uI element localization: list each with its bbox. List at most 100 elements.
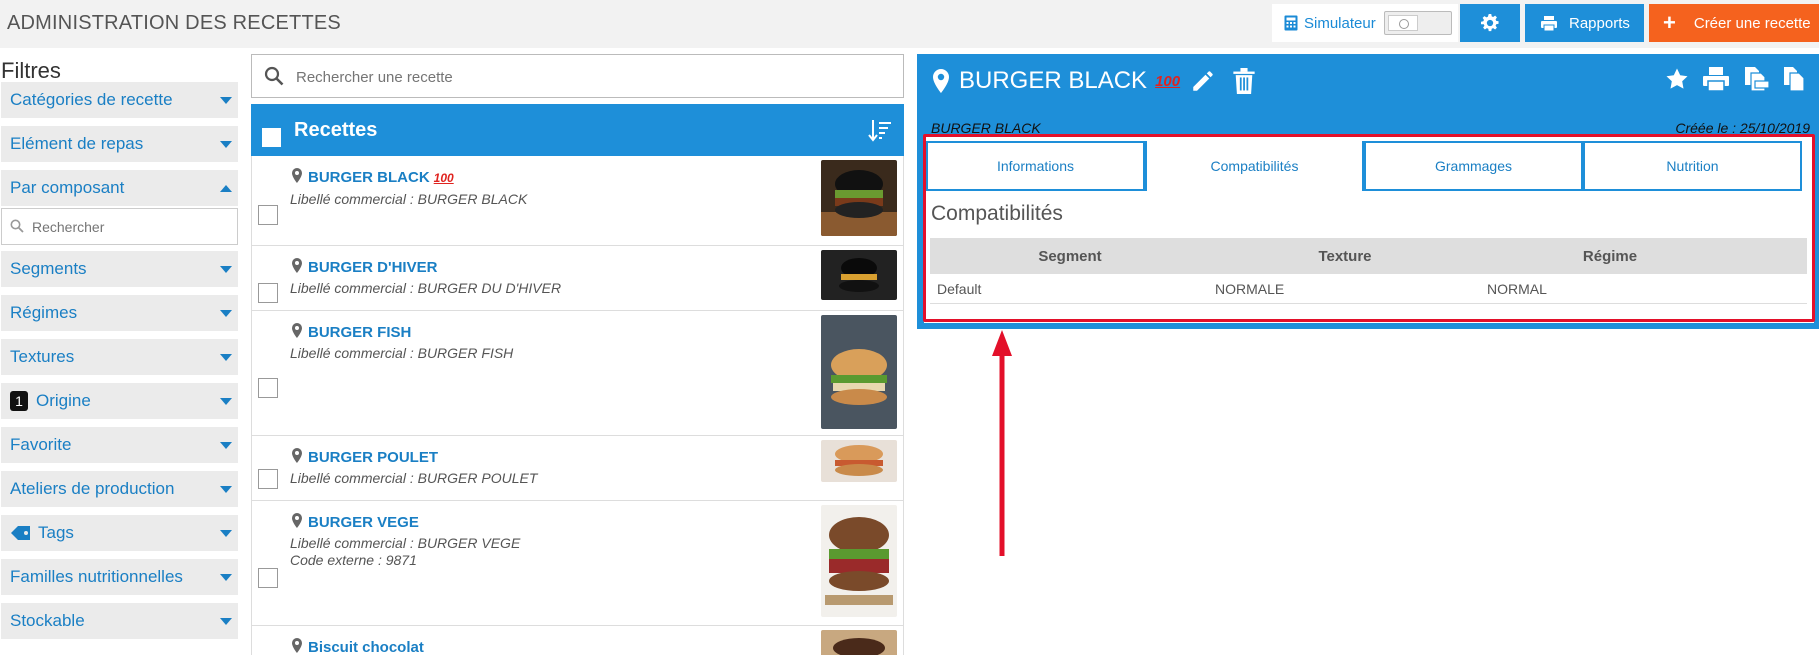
recipe-name[interactable]: BURGER VEGE <box>308 514 419 531</box>
recipe-external-code: Code externe : 9871 <box>290 552 417 568</box>
chevron-down-icon <box>220 530 232 537</box>
location-pin-icon <box>292 323 302 338</box>
simulator-control[interactable]: Simulateur <box>1272 4 1458 42</box>
print-documents-icon[interactable] <box>1743 67 1769 91</box>
recipe-name[interactable]: BURGER FISH <box>308 324 411 341</box>
chevron-down-icon <box>220 141 232 148</box>
filter-nutrition-families[interactable]: Familles nutritionnelles <box>1 559 238 595</box>
filter-textures[interactable]: Textures <box>1 339 238 375</box>
filter-tags[interactable]: Tags <box>1 515 238 551</box>
recipe-photo <box>821 440 897 482</box>
filter-label: Favorite <box>10 435 72 454</box>
copy-icon[interactable] <box>1783 67 1805 91</box>
filter-segments[interactable]: Segments <box>1 251 238 287</box>
page-title: ADMINISTRATION DES RECETTES <box>7 12 341 34</box>
simulator-label[interactable]: Simulateur <box>1304 15 1376 32</box>
detail-tabs: Informations Compatibilités Grammages Nu… <box>926 141 1806 191</box>
tab-nutrition[interactable]: Nutrition <box>1583 141 1802 191</box>
chevron-down-icon <box>220 310 232 317</box>
recipe-name[interactable]: BURGER BLACK 100 <box>308 169 454 186</box>
filter-origine[interactable]: 1 Origine <box>1 383 238 419</box>
row-checkbox[interactable] <box>258 378 278 398</box>
detail-title: BURGER BLACK <box>959 67 1148 94</box>
trash-icon[interactable] <box>1232 68 1256 94</box>
recipe-commercial-label: Libellé commercial : BURGER POULET <box>290 470 538 486</box>
filter-stockable[interactable]: Stockable <box>1 603 238 639</box>
recipe-commercial-label: Libellé commercial : BURGER BLACK <box>290 191 528 207</box>
create-recipe-label: Créer une recette <box>1693 14 1811 32</box>
print-icon[interactable] <box>1703 67 1729 91</box>
detail-actions <box>1665 67 1805 91</box>
count-badge: 1 <box>10 391 28 411</box>
list-item[interactable]: BURGER BLACK 100 Libellé commercial : BUR… <box>252 156 903 246</box>
list-item[interactable]: Biscuit chocolat <box>252 626 903 655</box>
chevron-down-icon <box>220 398 232 405</box>
component-search-input[interactable] <box>32 215 227 239</box>
filter-meal-element[interactable]: Elément de repas <box>1 126 238 162</box>
recipe-search[interactable] <box>251 54 904 98</box>
location-pin-icon <box>292 638 302 653</box>
chevron-down-icon <box>220 97 232 104</box>
recipe-commercial-label: Libellé commercial : BURGER VEGE <box>290 535 521 551</box>
filter-label: Catégories de recette <box>10 90 173 109</box>
hundred-points-icon: 100 <box>1155 72 1181 90</box>
recipe-photo <box>821 315 897 429</box>
list-item[interactable]: BURGER FISH Libellé commercial : BURGER … <box>252 311 903 436</box>
row-checkbox[interactable] <box>258 568 278 588</box>
filter-regimes[interactable]: Régimes <box>1 295 238 331</box>
sort-icon[interactable] <box>868 118 892 142</box>
section-title: Compatibilités <box>931 202 1063 225</box>
location-pin-icon <box>292 168 302 183</box>
row-checkbox[interactable] <box>258 469 278 489</box>
chevron-down-icon <box>220 618 232 625</box>
reports-label: Rapports <box>1569 14 1630 32</box>
column-header-regime: Régime <box>1582 247 1638 265</box>
created-date: Créée le : 25/10/2019 <box>1675 120 1810 136</box>
cell-regime: NORMAL <box>1487 280 1547 297</box>
recipe-search-input[interactable] <box>296 65 886 89</box>
filter-label-wrap: Tags <box>10 523 74 543</box>
filter-favorite[interactable]: Favorite <box>1 427 238 463</box>
filter-label: Origine <box>36 391 91 410</box>
reports-button[interactable]: Rapports <box>1525 4 1644 42</box>
filter-label: Segments <box>10 259 87 278</box>
filter-label: Régimes <box>10 303 78 322</box>
list-item[interactable]: BURGER POULET Libellé commercial : BURGE… <box>252 436 903 501</box>
component-search[interactable] <box>1 208 238 245</box>
filter-by-component[interactable]: Par composant <box>1 170 238 206</box>
recipe-name[interactable]: BURGER D'HIVER <box>308 259 437 276</box>
filter-label: Stockable <box>10 611 85 630</box>
filter-workshops[interactable]: Ateliers de production <box>1 471 238 507</box>
list-item[interactable]: BURGER VEGE Libellé commercial : BURGER … <box>252 501 903 626</box>
row-checkbox[interactable] <box>258 283 278 303</box>
tab-informations[interactable]: Informations <box>926 141 1145 191</box>
filter-label: Tags <box>38 523 74 542</box>
red-arrow-annotation <box>992 330 1012 556</box>
cell-segment: Default <box>937 280 982 297</box>
recipe-name-text: BURGER BLACK <box>308 169 430 186</box>
recipe-list-header: Recettes <box>251 104 904 156</box>
recipe-name[interactable]: BURGER POULET <box>308 449 438 466</box>
create-recipe-button[interactable]: + Créer une recette <box>1649 4 1819 42</box>
filter-label: Familles nutritionnelles <box>10 567 183 586</box>
tab-compatibilites[interactable]: Compatibilités <box>1145 141 1364 191</box>
row-checkbox[interactable] <box>258 205 278 225</box>
select-all-checkbox[interactable] <box>262 128 281 147</box>
star-icon[interactable] <box>1665 67 1689 91</box>
chevron-down-icon <box>220 486 232 493</box>
list-item[interactable]: BURGER D'HIVER Libellé commercial : BURG… <box>252 246 903 311</box>
edit-pencil-icon[interactable] <box>1190 68 1216 94</box>
top-bar: ADMINISTRATION DES RECETTES Simulateur R… <box>0 0 1819 48</box>
recipe-photo <box>821 250 897 300</box>
recipe-name[interactable]: Biscuit chocolat <box>308 639 424 655</box>
recipe-list: BURGER BLACK 100 Libellé commercial : BUR… <box>251 156 904 655</box>
hundred-points-icon: 100 <box>433 171 454 185</box>
chevron-down-icon <box>220 442 232 449</box>
settings-button[interactable] <box>1460 4 1520 42</box>
simulator-toggle[interactable] <box>1384 11 1452 35</box>
table-header: Segment Texture Régime <box>930 238 1807 274</box>
tab-grammages[interactable]: Grammages <box>1364 141 1583 191</box>
tag-icon <box>11 526 30 540</box>
filter-categories[interactable]: Catégories de recette <box>1 82 238 118</box>
recipe-list-title: Recettes <box>294 119 378 141</box>
